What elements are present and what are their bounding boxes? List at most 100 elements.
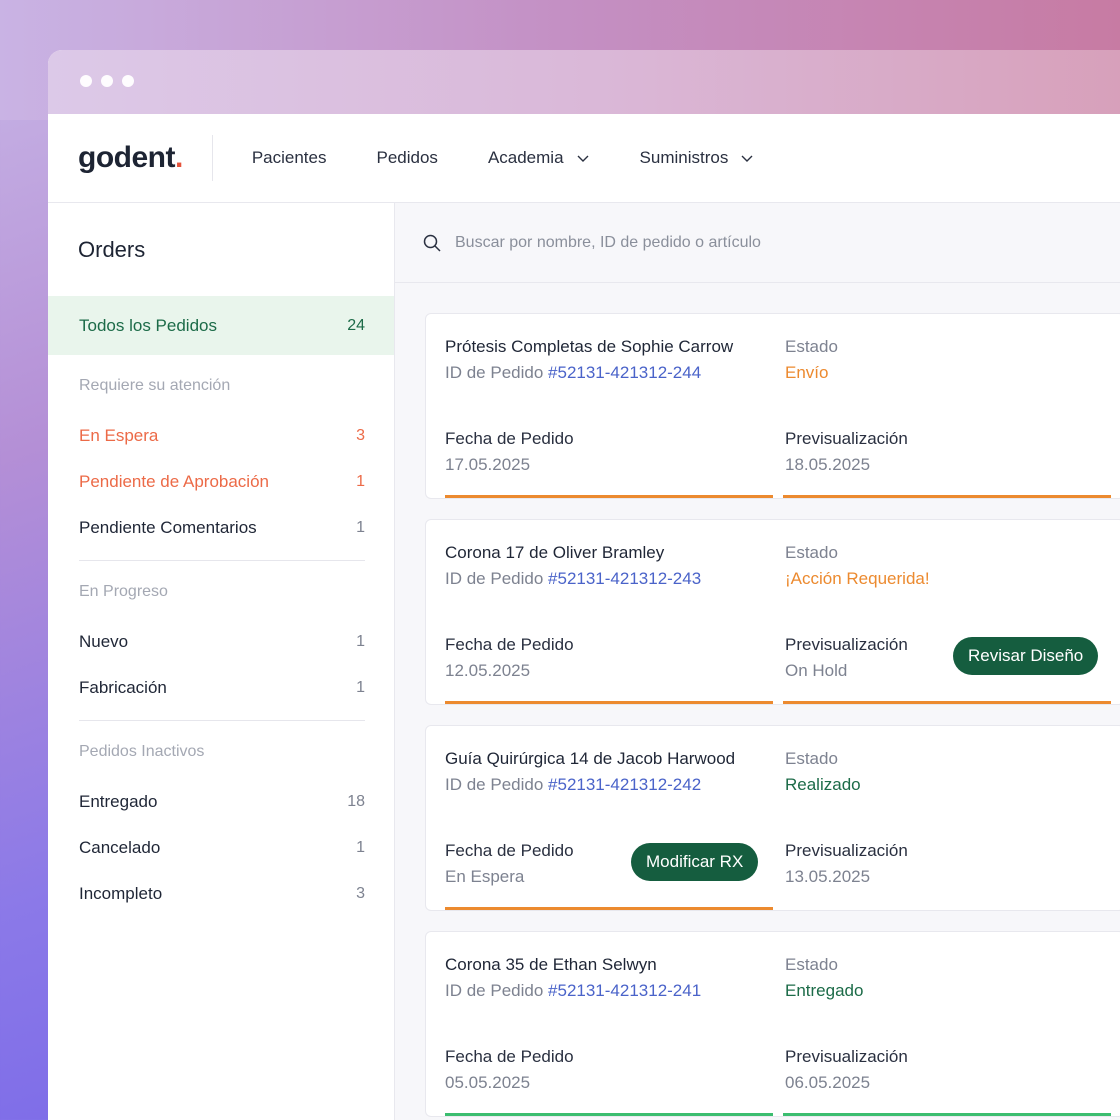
window-dot-minimize[interactable] [101, 75, 113, 87]
sidebar-item-all-orders[interactable]: Todos los Pedidos 24 [48, 296, 394, 355]
progress-bar-order [445, 495, 773, 498]
order-id-link[interactable]: #52131-421312-243 [548, 569, 701, 588]
date-value: 05.05.2025 [445, 1073, 531, 1092]
sidebar-section-heading: Requiere su atención [79, 377, 231, 394]
order-title-block: Corona 17 de Oliver Bramley ID de Pedido… [445, 542, 701, 590]
order-id-link[interactable]: #52131-421312-244 [548, 363, 701, 382]
order-status-block: Estado ¡Acción Requerida! [785, 542, 930, 590]
nav-item-pacientes[interactable]: Pacientes [252, 148, 327, 168]
modify-rx-button[interactable]: Modificar RX [631, 843, 759, 881]
progress-bar-order [445, 907, 773, 910]
sidebar-item-label: Fabricación [79, 678, 167, 697]
order-id-label: ID de Pedido [445, 569, 544, 588]
nav-item-pedidos[interactable]: Pedidos [377, 148, 438, 168]
order-title-block: Guía Quirúrgica 14 de Jacob Harwood ID d… [445, 748, 735, 796]
nav-item-suministros[interactable]: Suministros [640, 148, 755, 168]
sidebar-item-label: Entregado [79, 792, 158, 811]
review-design-button[interactable]: Revisar Diseño [953, 637, 1099, 675]
date-value: 12.05.2025 [445, 661, 531, 680]
order-title: Guía Quirúrgica 14 de Jacob Harwood [445, 749, 736, 768]
chevron-down-icon [577, 155, 589, 162]
order-id-link[interactable]: #52131-421312-242 [548, 775, 701, 794]
sidebar-item-fabricacion[interactable]: Fabricación 1 [48, 665, 394, 711]
top-navigation: godent. Pacientes Pedidos Academia Sumin… [48, 114, 1120, 203]
orders-main: Prótesis Completas de Sophie Carrow ID d… [395, 203, 1120, 1120]
order-date-block: Fecha de Pedido 17.05.2025 [445, 428, 574, 476]
order-id-link[interactable]: #52131-421312-241 [548, 981, 701, 1000]
sidebar-item-label: Pendiente de Aprobación [79, 472, 269, 491]
sidebar-item-count: 3 [356, 885, 365, 902]
progress-bar-order [445, 701, 773, 704]
date-label: Fecha de Pedido [445, 635, 574, 654]
date-label: Fecha de Pedido [445, 429, 574, 448]
preview-label: Previsualización [785, 635, 908, 654]
search-input[interactable] [455, 233, 955, 252]
sidebar-title: Orders [78, 237, 146, 262]
order-preview-block: Previsualización 06.05.2025 [785, 1046, 908, 1094]
order-card[interactable]: Corona 35 de Ethan Selwyn ID de Pedido #… [425, 931, 1120, 1117]
status-label: Estado [785, 955, 838, 974]
sidebar-item-label: Todos los Pedidos [79, 315, 217, 335]
window-dot-maximize[interactable] [122, 75, 134, 87]
search-icon [423, 234, 441, 252]
status-label: Estado [785, 543, 838, 562]
window-titlebar [48, 50, 1120, 114]
sidebar-item-count: 1 [356, 839, 365, 856]
progress-bar-order [445, 1113, 773, 1116]
sidebar-item-count: 3 [356, 427, 365, 444]
sidebar-item-nuevo[interactable]: Nuevo 1 [48, 619, 394, 665]
sidebar-item-count: 1 [356, 519, 365, 536]
status-value: Envío [785, 363, 829, 382]
date-label: Fecha de Pedido [445, 1047, 574, 1066]
chevron-down-icon [741, 155, 753, 162]
sidebar-item-count: 1 [356, 679, 365, 696]
preview-label: Previsualización [785, 841, 908, 860]
orders-sidebar: Orders Todos los Pedidos 24 Requiere su … [48, 203, 395, 1120]
sidebar-item-entregado[interactable]: Entregado 18 [48, 779, 394, 825]
order-status-block: Estado Realizado [785, 748, 861, 796]
order-preview-block: Previsualización 13.05.2025 [785, 840, 908, 888]
sidebar-item-pendiente-aprobacion[interactable]: Pendiente de Aprobación 1 [48, 459, 394, 505]
order-card[interactable]: Corona 17 de Oliver Bramley ID de Pedido… [425, 519, 1120, 705]
preview-label: Previsualización [785, 1047, 908, 1066]
sidebar-item-label: Pendiente Comentarios [79, 518, 257, 537]
status-value: ¡Acción Requerida! [785, 569, 930, 588]
status-label: Estado [785, 337, 838, 356]
order-title: Prótesis Completas de Sophie Carrow [445, 337, 734, 356]
nav-item-academia[interactable]: Academia [488, 148, 590, 168]
order-list: Prótesis Completas de Sophie Carrow ID d… [395, 283, 1120, 1117]
order-card[interactable]: Guía Quirúrgica 14 de Jacob Harwood ID d… [425, 725, 1120, 911]
sidebar-item-count: 1 [356, 473, 365, 490]
date-label: Fecha de Pedido [445, 841, 574, 860]
order-title-block: Corona 35 de Ethan Selwyn ID de Pedido #… [445, 954, 701, 1002]
sidebar-item-count: 1 [356, 633, 365, 650]
order-date-block: Fecha de Pedido 12.05.2025 [445, 634, 574, 682]
date-value: 17.05.2025 [445, 455, 531, 474]
order-id-label: ID de Pedido [445, 775, 544, 794]
date-value: En Espera [445, 867, 525, 886]
sidebar-item-label: En Espera [79, 426, 159, 445]
sidebar-item-pendiente-comentarios[interactable]: Pendiente Comentarios 1 [48, 505, 394, 551]
search-bar [395, 203, 1120, 283]
sidebar-item-label: Cancelado [79, 838, 161, 857]
window-controls [80, 75, 134, 87]
order-id-line: ID de Pedido #52131-421312-244 [445, 362, 733, 384]
order-id-line: ID de Pedido #52131-421312-243 [445, 568, 701, 590]
status-label: Estado [785, 749, 838, 768]
sidebar-item-incompleto[interactable]: Incompleto 3 [48, 871, 394, 917]
order-card[interactable]: Prótesis Completas de Sophie Carrow ID d… [425, 313, 1120, 499]
status-value: Realizado [785, 775, 861, 794]
logo-dot: . [174, 141, 183, 174]
sidebar-item-en-espera[interactable]: En Espera 3 [48, 413, 394, 459]
status-value: Entregado [785, 981, 864, 1000]
window-dot-close[interactable] [80, 75, 92, 87]
order-id-line: ID de Pedido #52131-421312-241 [445, 980, 701, 1002]
logo[interactable]: godent. [78, 141, 183, 175]
sidebar-item-cancelado[interactable]: Cancelado 1 [48, 825, 394, 871]
order-id-line: ID de Pedido #52131-421312-242 [445, 774, 735, 796]
sidebar-section-heading: En Progreso [79, 583, 168, 600]
sidebar-item-count: 18 [347, 793, 365, 810]
sidebar-item-count: 24 [347, 316, 365, 334]
order-date-block: Fecha de Pedido En Espera [445, 840, 574, 888]
preview-value: 06.05.2025 [785, 1073, 871, 1092]
